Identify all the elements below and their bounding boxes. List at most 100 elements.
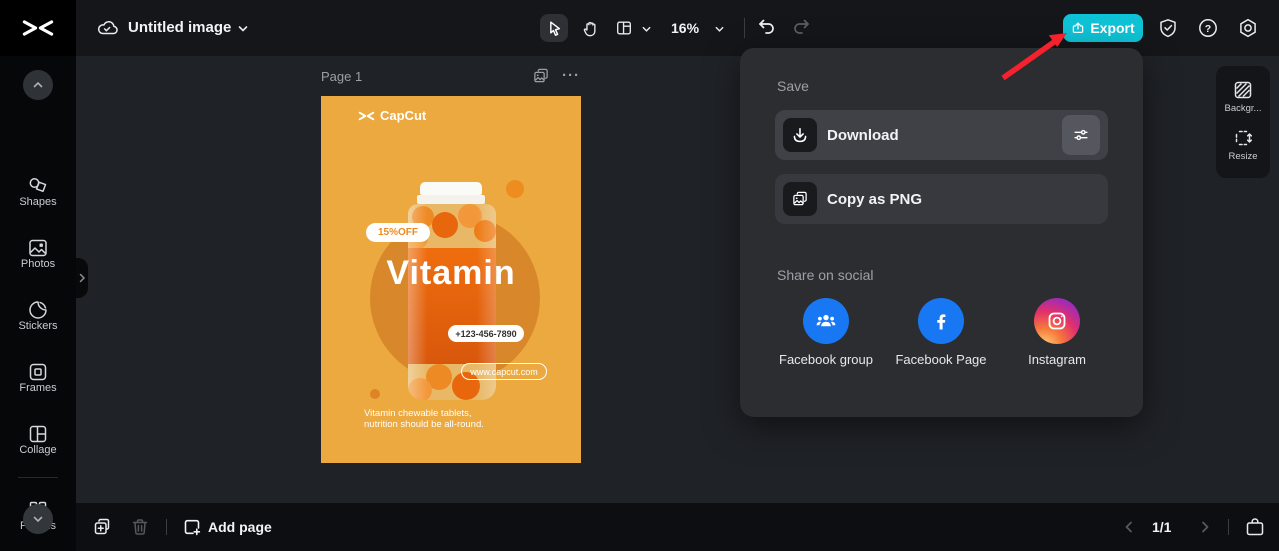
poster-brand: CapCut	[358, 108, 426, 123]
download-icon	[793, 127, 807, 143]
sidebar-item-stickers[interactable]: Stickers	[0, 320, 76, 332]
poster-description-line1: Vitamin chewable tablets,	[364, 408, 472, 419]
bottom-bar-divider-right	[1228, 519, 1229, 535]
frames-icon[interactable]	[26, 360, 50, 384]
layout-tool-button[interactable]	[610, 14, 638, 42]
export-button[interactable]: Export	[1063, 14, 1143, 42]
export-popup: Save Download Copy as PNG Share on socia…	[740, 48, 1143, 417]
website-badge: www.capcut.com	[461, 363, 547, 380]
chevron-down-icon	[33, 516, 43, 523]
download-button[interactable]: Download	[775, 110, 1108, 160]
discount-badge: 15%OFF	[366, 223, 430, 242]
shapes-icon[interactable]	[26, 174, 50, 198]
facebook-group-icon	[816, 314, 836, 327]
share-heading: Share on social	[777, 267, 874, 283]
zoom-level[interactable]: 16%	[671, 20, 699, 36]
page-more-options-icon[interactable]: ···	[562, 68, 580, 83]
zoom-chevron-down-icon[interactable]	[714, 24, 725, 35]
bottom-bar: Add page 1/1	[76, 503, 1279, 551]
sidebar-item-frames[interactable]: Frames	[0, 382, 76, 394]
sliders-icon	[1074, 129, 1088, 141]
present-export-button[interactable]	[1244, 516, 1266, 538]
poster-accent-dot-top	[506, 180, 524, 198]
question-circle-icon: ?	[1199, 19, 1217, 37]
undo-button[interactable]	[756, 17, 776, 37]
download-icon-tile	[783, 118, 817, 152]
chevron-right-icon	[1202, 521, 1209, 533]
page-header-actions: ···	[532, 67, 580, 85]
select-tool-button[interactable]	[540, 14, 568, 42]
sidebar-scroll-up-button[interactable]	[23, 70, 53, 100]
toolbar-divider	[744, 18, 745, 38]
trash-icon	[132, 519, 148, 535]
redo-icon	[794, 19, 809, 34]
facebook-f-icon	[937, 314, 946, 330]
safety-shield-button[interactable]	[1157, 17, 1179, 39]
sidebar-scroll-down-button[interactable]	[23, 504, 53, 534]
previous-page-button[interactable]	[1122, 520, 1142, 540]
redo-button[interactable]	[792, 17, 812, 37]
chevron-up-icon	[33, 81, 43, 88]
facebook-page-button[interactable]	[918, 298, 964, 344]
background-button[interactable]: Backgr...	[1216, 103, 1270, 114]
capcut-editor: Untitled image 16% Export ? Shapes Photo…	[0, 0, 1279, 551]
svg-text:?: ?	[1205, 23, 1211, 35]
poster-description-line2: nutrition should be all-round.	[364, 419, 484, 430]
layout-icon	[617, 21, 631, 35]
bottle-cap	[420, 182, 482, 195]
facebook-group-button[interactable]	[803, 298, 849, 344]
settings-gear-icon	[1240, 18, 1256, 38]
cloud-sync-icon	[96, 17, 118, 39]
chevron-right-icon	[79, 273, 86, 283]
page-indicator: 1/1	[1152, 519, 1172, 535]
shield-check-icon	[1160, 19, 1176, 38]
capcut-logo[interactable]	[0, 0, 76, 56]
hand-tool-button[interactable]	[576, 14, 604, 42]
settings-button[interactable]	[1237, 17, 1259, 39]
download-settings-button[interactable]	[1062, 115, 1100, 155]
duplicate-page-button[interactable]	[92, 517, 112, 537]
help-button[interactable]: ?	[1197, 17, 1219, 39]
download-label: Download	[827, 126, 899, 144]
copy-page-image-icon[interactable]	[532, 67, 550, 85]
background-icon[interactable]	[1232, 79, 1254, 101]
instagram-camera-icon	[1048, 312, 1066, 330]
export-upload-icon	[1073, 22, 1084, 33]
copy-image-icon	[793, 191, 807, 206]
resize-button[interactable]: Resize	[1216, 151, 1270, 162]
instagram-button[interactable]	[1034, 298, 1080, 344]
sidebar-divider	[18, 477, 58, 478]
left-sidebar: Shapes Photos Stickers Frames Collage	[0, 56, 76, 551]
right-tools-panel: Backgr... Resize	[1216, 66, 1270, 178]
document-title[interactable]: Untitled image	[128, 19, 231, 36]
stickers-icon[interactable]	[26, 298, 50, 322]
next-page-button[interactable]	[1198, 520, 1218, 540]
resize-icon[interactable]	[1232, 127, 1254, 149]
poster-canvas[interactable]: CapCut 15%OFF Vitamin +123-456-7890 www.…	[321, 96, 581, 463]
title-chevron-down-icon[interactable]	[237, 23, 249, 35]
sidebar-item-collage[interactable]: Collage	[0, 444, 76, 456]
poster-description: Vitamin chewable tablets, nutrition shou…	[364, 408, 484, 430]
hand-icon	[583, 21, 596, 37]
copy-as-png-label: Copy as PNG	[827, 190, 923, 208]
bottom-bar-divider	[166, 519, 167, 535]
page-label: Page 1	[321, 69, 363, 84]
delete-page-button[interactable]	[130, 517, 150, 537]
collage-icon[interactable]	[26, 422, 50, 446]
chevron-left-icon	[1125, 521, 1132, 533]
layout-chevron-down-icon[interactable]	[641, 24, 652, 35]
add-page-icon	[182, 517, 202, 537]
save-heading: Save	[777, 78, 809, 94]
undo-icon	[759, 19, 774, 34]
poster-brand-name: CapCut	[380, 108, 427, 123]
sidebar-item-photos[interactable]: Photos	[0, 258, 76, 270]
duplicate-page-icon	[94, 518, 110, 535]
poster-accent-dot-bottom	[370, 389, 380, 399]
facebook-page-label: Facebook Page	[895, 352, 987, 367]
photos-icon[interactable]	[26, 236, 50, 260]
add-page-button[interactable]: Add page	[208, 519, 272, 535]
copy-png-icon-tile	[783, 182, 817, 216]
copy-as-png-button[interactable]: Copy as PNG	[775, 174, 1108, 224]
sidebar-item-shapes[interactable]: Shapes	[0, 196, 76, 208]
panel-expander-handle[interactable]	[76, 258, 88, 298]
